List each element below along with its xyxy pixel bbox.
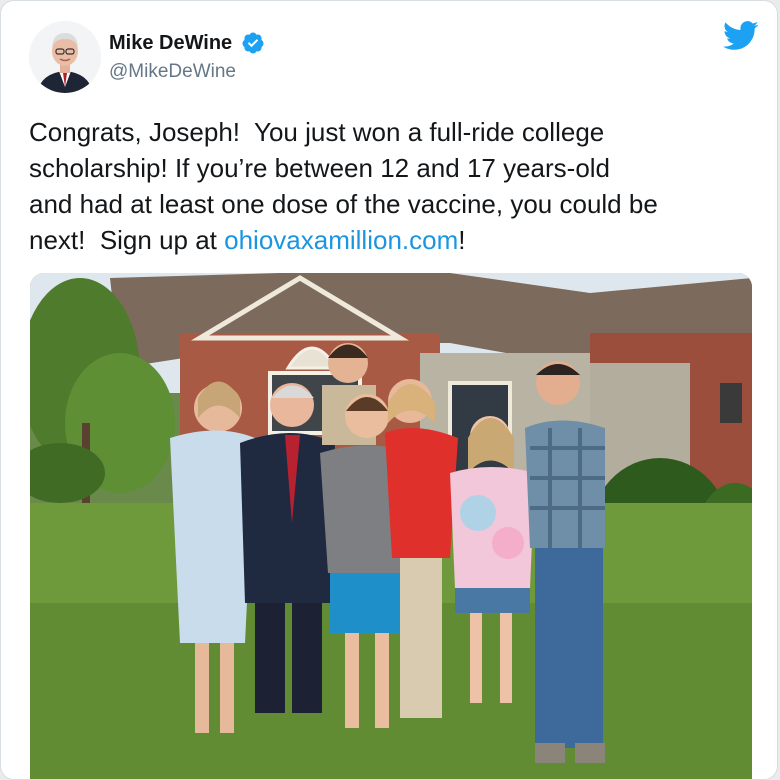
- tweet-text-end: !: [458, 225, 466, 255]
- tweet-header: Mike DeWine @MikeDeWine: [29, 21, 759, 93]
- tweet-photo[interactable]: [30, 273, 752, 779]
- author-names: Mike DeWine @MikeDeWine: [109, 31, 265, 83]
- avatar-image: [29, 21, 101, 93]
- handle[interactable]: @MikeDeWine: [109, 61, 265, 83]
- signup-link[interactable]: ohiovaxamillion.com: [224, 225, 458, 255]
- twitter-bird-icon[interactable]: [723, 21, 759, 51]
- family-photo-image: [30, 273, 752, 779]
- tweet-card: Mike DeWine @MikeDeWine Congrats, Joseph…: [0, 0, 778, 780]
- avatar[interactable]: [29, 21, 101, 93]
- display-name[interactable]: Mike DeWine: [109, 32, 232, 55]
- tweet-text: Congrats, Joseph! You just won a full-ri…: [29, 114, 764, 258]
- verified-badge-icon: [242, 32, 264, 54]
